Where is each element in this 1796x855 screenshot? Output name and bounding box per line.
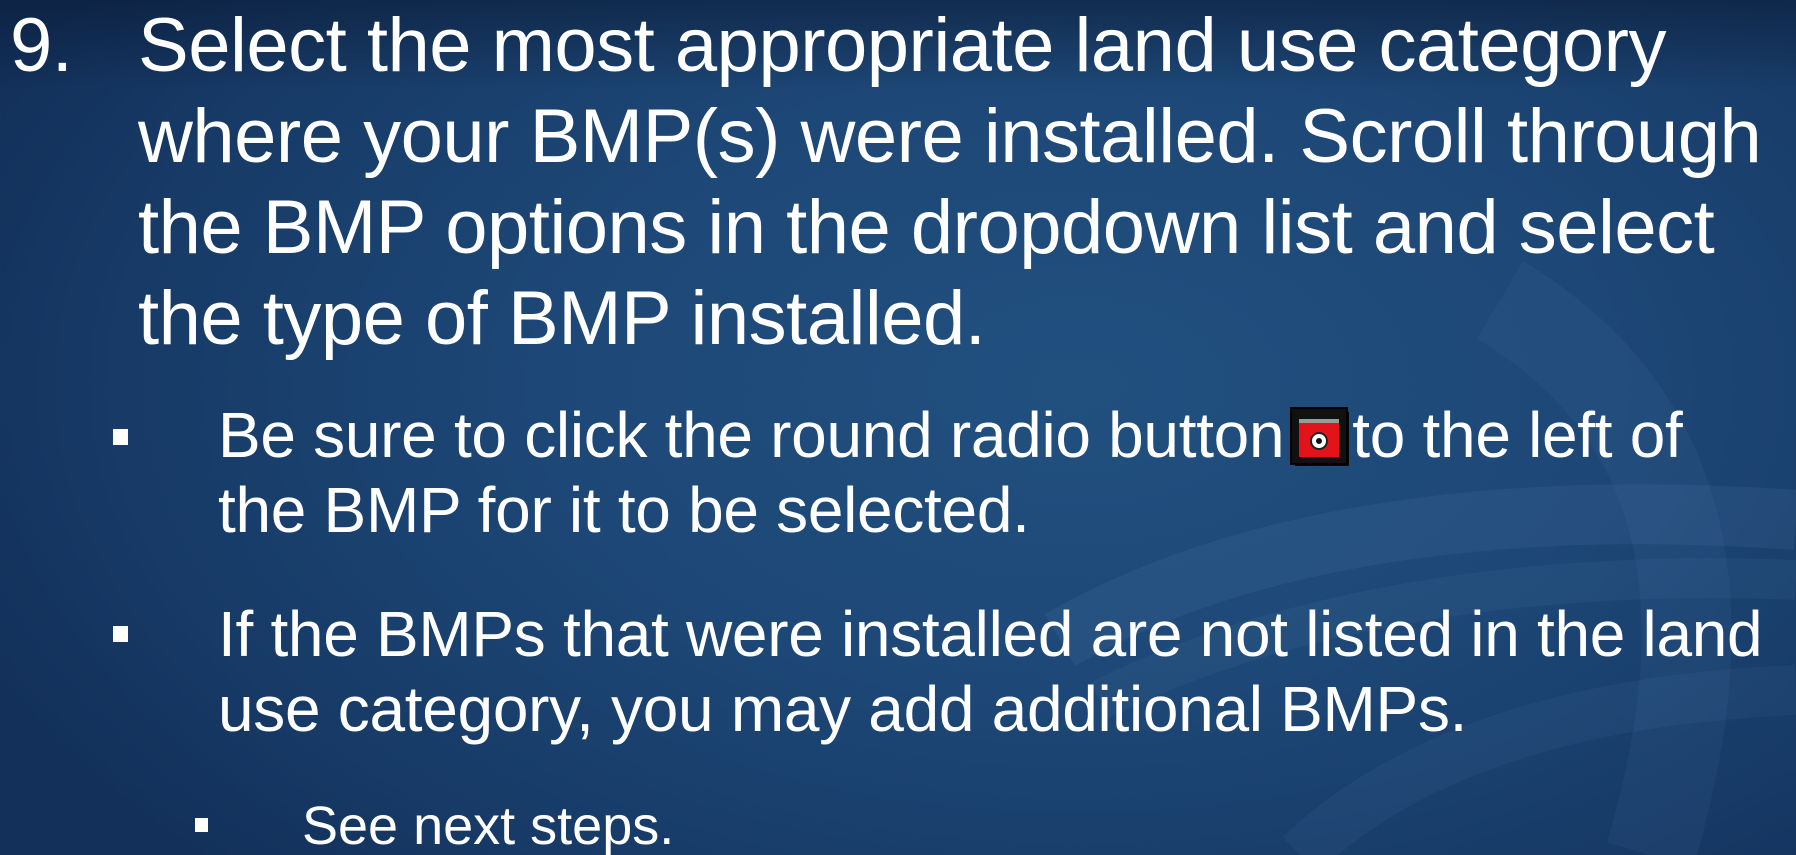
bullet-add-bmps: If the BMPs that were installed are not …	[218, 598, 1763, 745]
slide: { "step": { "number": "9.", "text": "Sel…	[0, 0, 1796, 855]
radio-button-icon	[1292, 409, 1347, 463]
sub-bullet-marker	[195, 818, 208, 832]
step-instruction: Select the most appropriate land use cat…	[138, 3, 1762, 361]
bullet-text-before-icon: Be sure to click the round radio button	[218, 399, 1285, 471]
bullet-marker	[113, 626, 128, 642]
sub-bullet-next-steps: See next steps.	[302, 796, 675, 855]
bullet-marker	[113, 429, 128, 445]
bullet-radio-instruction: Be sure to click the round radio button t…	[218, 398, 1778, 548]
step-number: 9.	[10, 3, 73, 88]
